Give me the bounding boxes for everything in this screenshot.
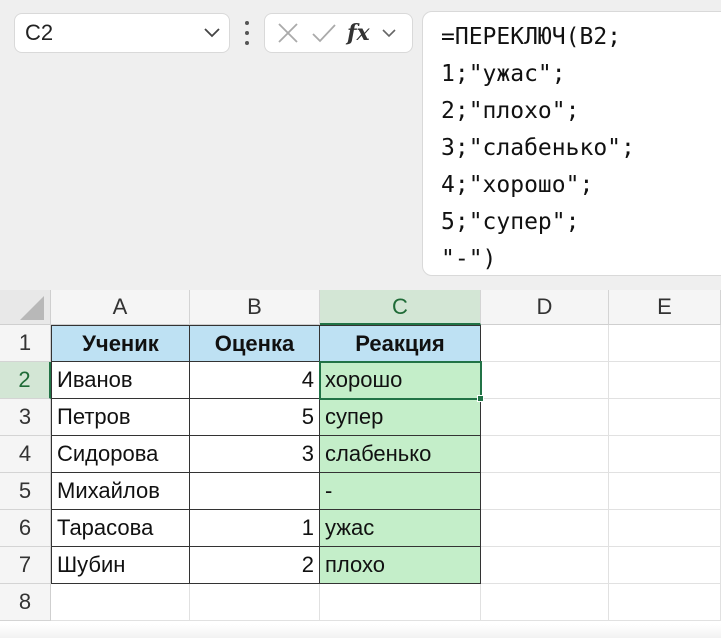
formula-line: 4;"хорошо"; [441,172,594,198]
table-cell-reaction[interactable]: плохо [320,547,481,584]
cell-empty[interactable] [190,584,320,621]
cell-empty[interactable] [609,325,721,362]
table-cell-reaction[interactable]: слабенько [320,436,481,473]
row-header-7[interactable]: 7 [0,547,51,584]
chevron-down-icon[interactable] [203,24,221,42]
row-header-1[interactable]: 1 [0,325,51,362]
cell-empty[interactable] [320,584,481,621]
cell-empty[interactable] [481,325,609,362]
table-header-reaction[interactable]: Реакция [320,325,481,362]
table-cell-reaction[interactable]: супер [320,399,481,436]
name-box-value: C2 [25,20,54,45]
formula-line: 5;"супер"; [441,209,580,235]
table-cell-student[interactable]: Иванов [51,362,190,399]
table-cell-grade[interactable]: 4 [190,362,320,399]
cell-empty[interactable] [609,362,721,399]
sheet-fade [0,624,721,638]
cell-empty[interactable] [481,547,609,584]
formula-input[interactable]: =ПЕРЕКЛЮЧ(B2; 1;"ужас"; 2;"плохо"; 3;"сл… [422,11,721,276]
table-header-student[interactable]: Ученик [51,325,190,362]
cell-empty[interactable] [609,547,721,584]
cell-empty[interactable] [609,436,721,473]
cell-empty[interactable] [51,584,190,621]
cell-empty[interactable] [481,436,609,473]
more-options-icon[interactable] [240,21,254,45]
cancel-icon[interactable] [275,20,301,46]
table-cell-student[interactable]: Сидорова [51,436,190,473]
table-cell-grade[interactable]: 3 [190,436,320,473]
column-header-a[interactable]: A [51,290,190,325]
row-header-6[interactable]: 6 [0,510,51,547]
select-all-corner[interactable] [0,290,51,325]
column-header-c[interactable]: C [320,290,481,325]
cell-empty[interactable] [609,584,721,621]
cell-empty[interactable] [481,362,609,399]
table-cell-grade[interactable] [190,473,320,510]
formula-line: "-") [441,246,497,272]
cell-empty[interactable] [609,399,721,436]
row-header-3[interactable]: 3 [0,399,51,436]
cell-empty[interactable] [481,473,609,510]
formula-line: 3;"слабенько"; [441,135,635,161]
row-header-4[interactable]: 4 [0,436,51,473]
formula-line: =ПЕРЕКЛЮЧ(B2; [441,24,622,50]
formula-bar-area: C2 fx =ПЕРЕКЛЮЧ(B2; 1;"ужас"; 2;"плохо";… [0,0,721,290]
row-header-8[interactable]: 8 [0,584,51,621]
table-cell-grade[interactable]: 5 [190,399,320,436]
fill-handle[interactable] [477,395,484,402]
expand-chevron-icon[interactable] [380,24,398,42]
row-header-5[interactable]: 5 [0,473,51,510]
table-cell-reaction[interactable]: хорошо [320,362,481,399]
table-cell-student[interactable]: Михайлов [51,473,190,510]
cell-empty[interactable] [481,510,609,547]
column-header-e[interactable]: E [609,290,721,325]
name-box[interactable]: C2 [14,13,230,53]
formula-line: 1;"ужас"; [441,61,566,87]
cell-empty[interactable] [609,473,721,510]
table-cell-reaction[interactable]: - [320,473,481,510]
row-header-2[interactable]: 2 [0,362,51,399]
cell-empty[interactable] [481,584,609,621]
formula-controls: fx [264,13,413,53]
table-cell-grade[interactable]: 1 [190,510,320,547]
column-header-d[interactable]: D [481,290,609,325]
table-cell-grade[interactable]: 2 [190,547,320,584]
table-cell-student[interactable]: Петров [51,399,190,436]
insert-function-icon[interactable]: fx [347,20,370,46]
table-cell-reaction[interactable]: ужас [320,510,481,547]
cell-empty[interactable] [481,399,609,436]
worksheet-grid: A B C D E 1 2 3 4 5 6 7 8 Ученик Оценка … [0,290,721,638]
cell-empty[interactable] [609,510,721,547]
table-cell-student[interactable]: Шубин [51,547,190,584]
formula-line: 2;"плохо"; [441,98,580,124]
table-cell-student[interactable]: Тарасова [51,510,190,547]
table-header-grade[interactable]: Оценка [190,325,320,362]
confirm-icon[interactable] [311,20,337,46]
column-header-b[interactable]: B [190,290,320,325]
